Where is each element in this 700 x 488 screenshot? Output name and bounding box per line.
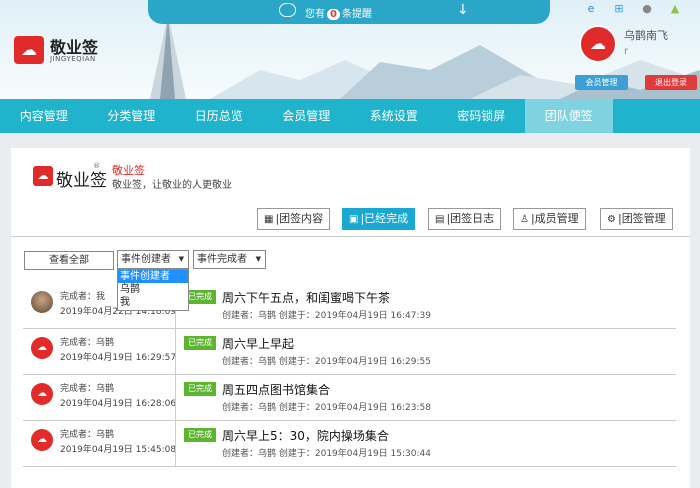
apple-icon[interactable]: ● bbox=[641, 3, 653, 15]
nav-item-team-notes[interactable]: 团队便签 bbox=[525, 99, 613, 133]
item-title: 周五四点图书馆集合 bbox=[222, 383, 331, 397]
status-badge: 已完成 bbox=[184, 336, 216, 350]
tab-label: 团签内容 bbox=[279, 212, 324, 225]
avatar: ☁ bbox=[31, 383, 53, 405]
notification-prefix: 您有 bbox=[305, 9, 325, 20]
brand-logo-icon: ☁ bbox=[14, 36, 44, 64]
member-icon: ♙ bbox=[520, 214, 529, 225]
finisher-select[interactable]: 事件完成者 ▼ bbox=[193, 250, 266, 269]
logout-button[interactable]: 退出登录 bbox=[645, 75, 697, 90]
divider bbox=[175, 329, 176, 375]
nav-item-settings[interactable]: 系统设置 bbox=[350, 99, 438, 133]
creator-dropdown: 事件创建者 乌鹊 我 bbox=[117, 269, 189, 311]
nav-item-category[interactable]: 分类管理 bbox=[88, 99, 176, 133]
finisher-select-value: 事件完成者 bbox=[197, 254, 247, 265]
notification-bar[interactable]: 您有 0 条提醒 ↓ bbox=[148, 0, 550, 24]
avatar: ☁ bbox=[31, 429, 53, 451]
status-badge: 已完成 bbox=[184, 428, 216, 442]
finished-time: 2019年04月19日 16:28:06 bbox=[60, 399, 177, 409]
list-item[interactable]: ☁ 完成者：乌鹊 2019年04月19日 16:29:57 已完成 周六早上早起… bbox=[23, 329, 676, 375]
team-description: 敬业签，让敬业的人更敬业 bbox=[112, 180, 232, 191]
list-item[interactable]: ☁ 完成者：乌鹊 2019年04月19日 16:28:06 已完成 周五四点图书… bbox=[23, 375, 676, 421]
gear-icon: ⚙ bbox=[607, 214, 616, 225]
creator-select[interactable]: 事件创建者 ▼ bbox=[117, 250, 189, 269]
nav-item-members[interactable]: 会员管理 bbox=[263, 99, 351, 133]
tab-label: 团签管理 bbox=[621, 212, 666, 225]
tab-label: 已经完成 bbox=[364, 212, 409, 225]
item-title: 周六早上早起 bbox=[222, 337, 295, 351]
chat-icon bbox=[279, 3, 296, 17]
nav-item-content[interactable]: 内容管理 bbox=[0, 99, 88, 133]
tab-label: 团签日志 bbox=[450, 212, 495, 225]
status-badge: 已完成 bbox=[184, 382, 216, 396]
member-management-button[interactable]: 会员管理 bbox=[575, 75, 628, 90]
divider bbox=[11, 236, 690, 237]
creator-select-value: 事件创建者 bbox=[121, 254, 171, 265]
tab-team-log[interactable]: ▤ |团签日志 bbox=[428, 208, 502, 230]
user-id: r bbox=[624, 46, 629, 57]
item-meta: 创建者：乌鹊 创建于：2019年04月19日 16:29:55 bbox=[222, 357, 431, 367]
windows-icon[interactable]: ⊞ bbox=[613, 3, 625, 15]
avatar: ☁ bbox=[31, 337, 53, 359]
grid-icon: ▦ bbox=[264, 214, 274, 225]
team-panel: ☁ 敬业签 ® 敬业签 敬业签，让敬业的人更敬业 ▦ |团签内容 ▣ |已经完成 ▤… bbox=[11, 148, 690, 488]
tab-completed[interactable]: ▣ |已经完成 bbox=[342, 208, 416, 230]
registered-mark: ® bbox=[93, 162, 100, 170]
caret-down-icon: ▼ bbox=[178, 255, 184, 263]
log-icon: ▤ bbox=[435, 214, 445, 225]
item-meta: 创建者：乌鹊 创建于：2019年04月19日 15:30:44 bbox=[222, 449, 431, 459]
user-name: 乌鹊南飞 bbox=[624, 29, 668, 42]
nav-item-calendar[interactable]: 日历总览 bbox=[175, 99, 263, 133]
dropdown-option[interactable]: 我 bbox=[118, 296, 188, 309]
divider bbox=[175, 375, 176, 421]
tab-member-management[interactable]: ♙ |成员管理 bbox=[513, 208, 586, 230]
nav-item-lock[interactable]: 密码锁屏 bbox=[438, 99, 526, 133]
android-icon[interactable]: ▲ bbox=[669, 3, 681, 15]
view-all-button[interactable]: 查看全部 bbox=[24, 251, 114, 270]
finisher-label: 完成者：乌鹊 bbox=[60, 384, 115, 394]
item-meta: 创建者：乌鹊 创建于：2019年04月19日 16:23:58 bbox=[222, 403, 431, 413]
team-logo-icon: ☁ bbox=[33, 166, 53, 186]
notification-suffix: 条提醒 bbox=[341, 9, 372, 20]
dropdown-option[interactable]: 乌鹊 bbox=[118, 283, 188, 296]
user-avatar[interactable]: ☁ bbox=[579, 25, 617, 63]
tab-team-content[interactable]: ▦ |团签内容 bbox=[257, 208, 331, 230]
finisher-label: 完成者：乌鹊 bbox=[60, 338, 115, 348]
tab-team-management[interactable]: ⚙ |团签管理 bbox=[600, 208, 673, 230]
ie-icon[interactable]: e bbox=[585, 3, 597, 15]
brand-subtitle: JINGYEQIAN bbox=[50, 55, 96, 63]
done-icon: ▣ bbox=[349, 214, 359, 225]
tab-label: 成员管理 bbox=[534, 212, 579, 225]
header: 您有 0 条提醒 ↓ ☁ 敬业签 JINGYEQIAN e ⊞ ● ▲ ☁ 乌鹊南飞… bbox=[0, 0, 700, 99]
list-item[interactable]: ☁ 完成者：乌鹊 2019年04月19日 15:45:08 已完成 周六早上5：… bbox=[23, 421, 676, 467]
arrow-down-icon[interactable]: ↓ bbox=[457, 2, 469, 18]
notification-count: 0 bbox=[327, 9, 340, 20]
main-nav: 内容管理 分类管理 日历总览 会员管理 系统设置 密码锁屏 团队便签 bbox=[0, 99, 700, 133]
caret-down-icon: ▼ bbox=[255, 255, 261, 263]
finisher-label: 完成者：我 bbox=[60, 292, 106, 302]
avatar bbox=[31, 291, 53, 313]
item-title: 周六下午五点，和闺蜜喝下午茶 bbox=[222, 291, 391, 305]
dropdown-option[interactable]: 事件创建者 bbox=[118, 270, 188, 283]
divider bbox=[175, 421, 176, 467]
finished-time: 2019年04月19日 15:45:08 bbox=[60, 445, 177, 455]
finisher-label: 完成者：乌鹊 bbox=[60, 430, 115, 440]
finished-time: 2019年04月19日 16:29:57 bbox=[60, 353, 177, 363]
item-meta: 创建者：乌鹊 创建于：2019年04月19日 16:47:39 bbox=[222, 311, 431, 321]
item-title: 周六早上5：30，院内操场集合 bbox=[222, 429, 389, 443]
